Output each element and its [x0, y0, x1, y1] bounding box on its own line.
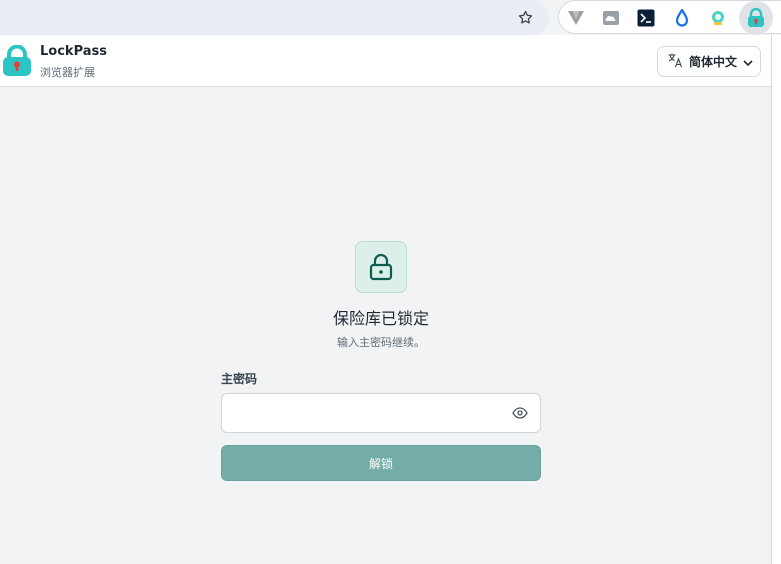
language-select[interactable]: 简体中文	[657, 46, 761, 77]
popup-header: LockPass 浏览器扩展 简体中文	[0, 35, 771, 87]
master-password-label: 主密码	[221, 372, 258, 386]
app-name: LockPass	[40, 44, 107, 59]
cloud-image-icon[interactable]	[599, 6, 623, 30]
translate-icon	[667, 52, 683, 72]
page-title: 保险库已锁定	[332, 309, 429, 328]
address-bar[interactable]	[0, 0, 549, 35]
app-subtitle: 浏览器扩展	[40, 66, 95, 79]
drop-icon[interactable]	[670, 6, 694, 30]
master-password-input[interactable]	[222, 394, 502, 432]
unlock-button[interactable]: 解锁	[221, 445, 541, 481]
eye-icon[interactable]	[512, 406, 528, 420]
lockpass-icon[interactable]	[739, 1, 773, 35]
terminal-icon[interactable]	[634, 6, 658, 30]
extension-popup: LockPass 浏览器扩展 简体中文 保险库已锁定 输入主密码继续。 主密码 …	[0, 35, 772, 564]
password-field	[221, 393, 541, 433]
v-extension-icon[interactable]	[564, 6, 588, 30]
robot-icon[interactable]	[706, 6, 730, 30]
chevron-down-icon	[743, 52, 753, 71]
browser-toolbar	[0, 0, 781, 35]
bookmark-star-icon[interactable]	[514, 6, 536, 28]
lock-icon	[355, 241, 407, 293]
extensions-tray	[558, 0, 781, 35]
lockpass-logo	[2, 44, 32, 77]
page-subtitle: 输入主密码继续。	[337, 336, 425, 349]
language-label: 简体中文	[689, 55, 738, 69]
